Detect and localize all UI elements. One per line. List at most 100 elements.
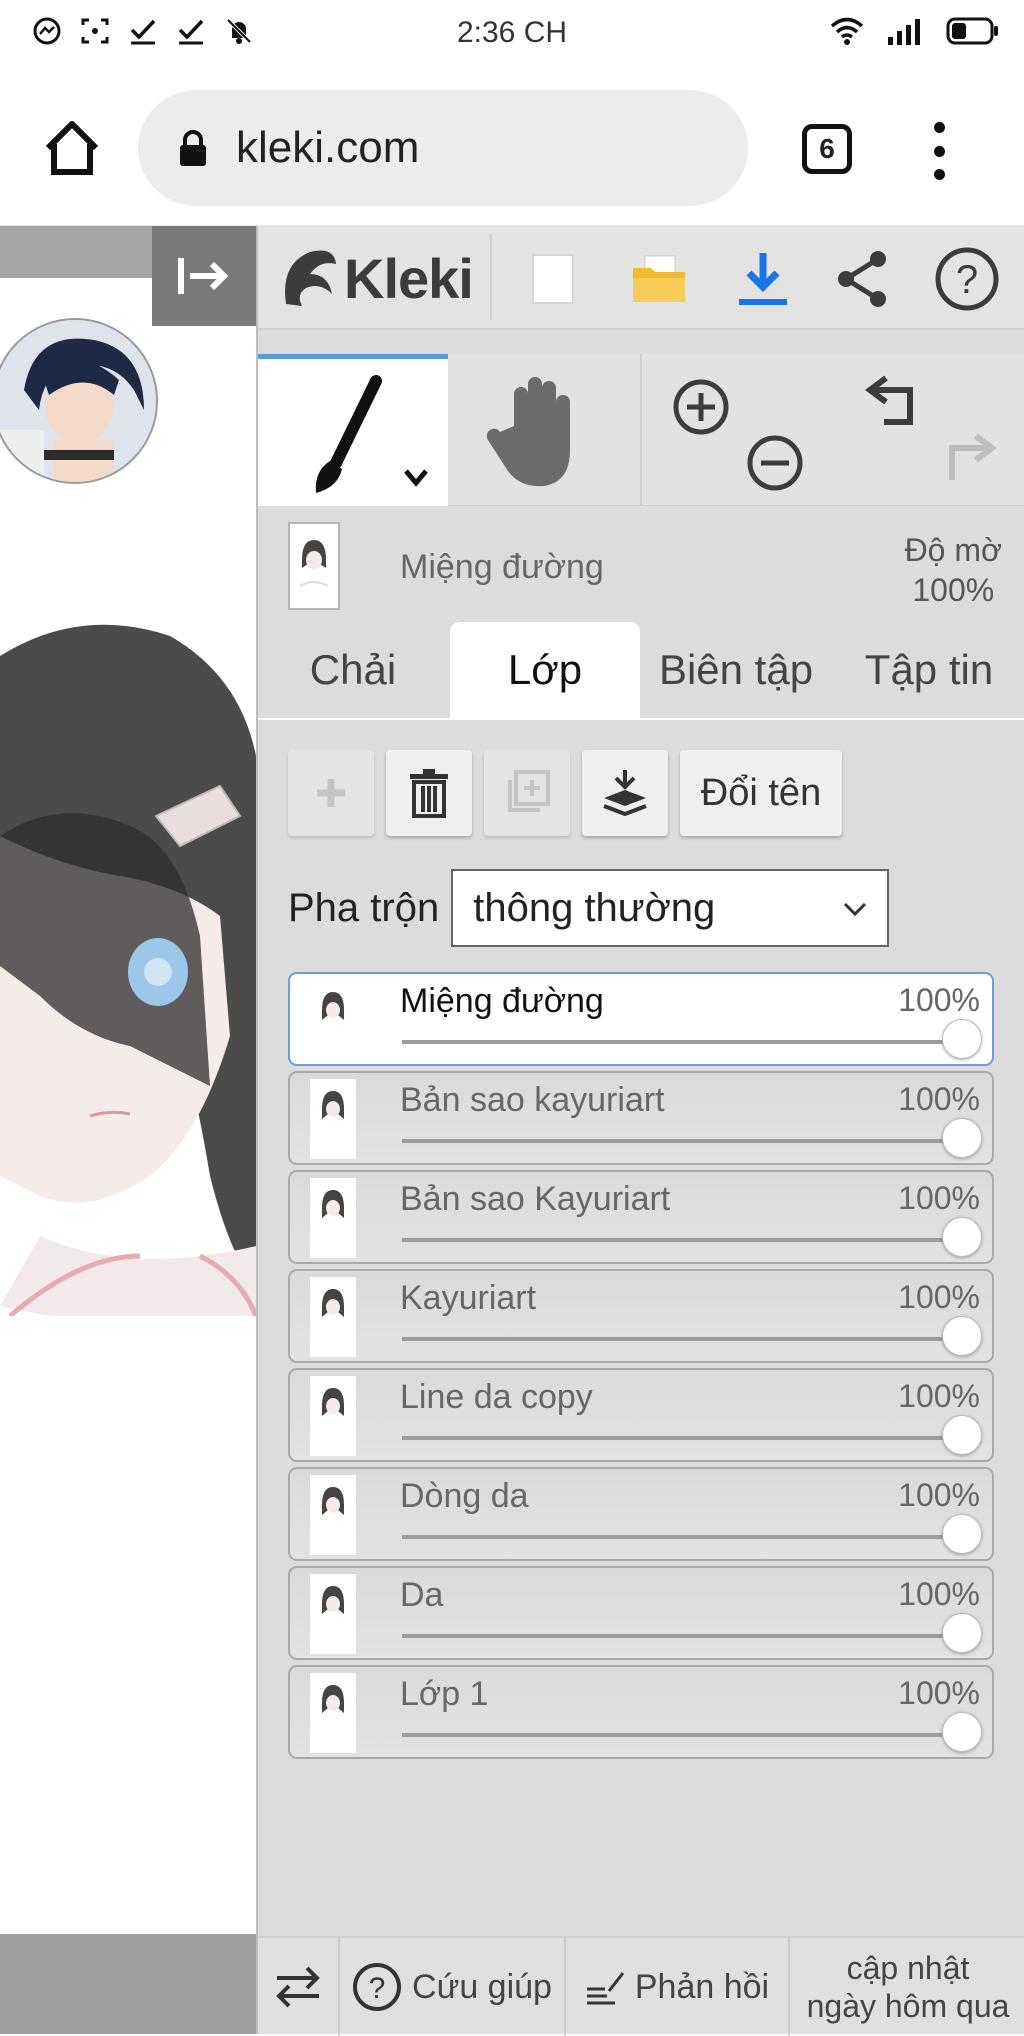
hand-tool-button[interactable] xyxy=(448,354,632,506)
collapse-arrow-icon xyxy=(178,258,229,294)
merge-down-button[interactable] xyxy=(582,750,668,836)
layer-row[interactable]: Da 100% xyxy=(288,1566,994,1660)
layer-thumbnail xyxy=(310,980,356,1060)
tab-switcher-button[interactable]: 6 xyxy=(802,124,852,174)
layer-row[interactable]: Miệng đường 100% xyxy=(288,972,994,1066)
opacity-slider-knob[interactable] xyxy=(942,1118,982,1158)
redo-icon[interactable] xyxy=(934,426,1004,496)
layer-name: Miệng đường xyxy=(400,982,604,1020)
add-layer-button[interactable] xyxy=(288,750,374,836)
opacity-slider-knob[interactable] xyxy=(942,1217,982,1257)
drawing-canvas[interactable] xyxy=(0,226,256,2034)
delete-layer-button[interactable] xyxy=(386,750,472,836)
layer-row[interactable]: Bản sao kayuriart 100% xyxy=(288,1071,994,1165)
opacity-slider-track[interactable] xyxy=(402,1535,962,1539)
open-folder-icon[interactable] xyxy=(626,246,692,312)
brush-tool-button[interactable] xyxy=(258,354,448,506)
layer-actions: Đổi tên xyxy=(288,750,842,836)
layer-thumbnail xyxy=(310,1178,356,1258)
status-bar: 2:36 CH xyxy=(0,0,1024,76)
opacity-slider-knob[interactable] xyxy=(942,1019,982,1059)
swap-side-button[interactable] xyxy=(258,1938,340,2036)
plus-icon xyxy=(317,779,345,807)
system-icons xyxy=(830,16,1000,51)
app-header: Kleki ? xyxy=(258,226,1024,330)
layer-opacity: 100% xyxy=(898,1279,980,1315)
current-layer-name: Miệng đường xyxy=(400,548,604,586)
help-icon: ? xyxy=(353,1963,402,2011)
opacity-slider-track[interactable] xyxy=(402,1139,962,1143)
help-footer-button[interactable]: ? Cứu giúp xyxy=(340,1938,566,2036)
opacity-slider-track[interactable] xyxy=(402,1238,962,1242)
opacity-slider-knob[interactable] xyxy=(942,1415,982,1455)
trash-icon xyxy=(410,769,448,818)
opacity-slider-track[interactable] xyxy=(402,1337,962,1341)
tab-layers[interactable]: Lớp xyxy=(450,622,640,718)
layer-name: Dòng da xyxy=(400,1477,529,1515)
layer-row[interactable]: Line da copy 100% xyxy=(288,1368,994,1462)
opacity-slider-track[interactable] xyxy=(402,1634,962,1638)
layer-thumbnail xyxy=(310,1475,356,1555)
duplicate-layer-button[interactable] xyxy=(484,750,570,836)
layer-thumbnail xyxy=(310,1277,356,1357)
layer-name: Line da copy xyxy=(400,1378,593,1416)
svg-text:?: ? xyxy=(956,258,978,302)
layer-row[interactable]: Kayuriart 100% xyxy=(288,1269,994,1363)
layer-row[interactable]: Lớp 1 100% xyxy=(288,1665,994,1759)
tool-bar xyxy=(258,354,1024,506)
share-icon[interactable] xyxy=(830,246,896,312)
panel-footer: ? Cứu giúp Phản hồi cập nhật ngày hôm qu… xyxy=(258,1936,1024,2036)
changelog-link[interactable]: cập nhật ngày hôm qua xyxy=(790,1938,1024,2036)
layer-name: Bản sao Kayuriart xyxy=(400,1180,671,1218)
opacity-slider-knob[interactable] xyxy=(942,1316,982,1356)
merge-down-icon xyxy=(603,770,647,817)
current-layer-info: Miệng đường Độ mờ 100% xyxy=(258,516,1024,616)
layer-name: Lớp 1 xyxy=(400,1675,489,1713)
address-bar[interactable]: kleki.com xyxy=(138,90,748,206)
opacity-slider-knob[interactable] xyxy=(942,1712,982,1752)
hand-icon xyxy=(486,377,570,487)
opacity-slider-track[interactable] xyxy=(402,1733,962,1737)
layer-thumbnail xyxy=(310,1574,356,1654)
home-icon[interactable] xyxy=(40,116,104,180)
wifi-icon xyxy=(830,17,864,50)
layer-name: Da xyxy=(400,1576,444,1614)
more-menu-icon[interactable] xyxy=(924,122,954,180)
current-layer-thumbnail xyxy=(288,522,340,610)
blend-mode-row: Pha trộn thông thường xyxy=(288,868,1008,948)
undo-icon[interactable] xyxy=(858,368,928,438)
rename-layer-button[interactable]: Đổi tên xyxy=(680,750,842,836)
tab-brush[interactable]: Chải xyxy=(258,622,448,718)
url-text: kleki.com xyxy=(236,123,420,172)
artwork-illustration xyxy=(0,624,256,1376)
avatar[interactable] xyxy=(0,318,158,484)
opacity-readout: Độ mờ 100% xyxy=(904,532,1002,608)
layer-thumbnail xyxy=(310,1079,356,1159)
layer-opacity: 100% xyxy=(898,982,980,1018)
layer-opacity: 100% xyxy=(898,1675,980,1711)
feedback-button[interactable]: Phản hồi xyxy=(566,1938,790,2036)
layer-opacity: 100% xyxy=(898,1477,980,1513)
layer-row[interactable]: Bản sao Kayuriart 100% xyxy=(288,1170,994,1264)
zoom-out-icon[interactable] xyxy=(740,428,810,498)
opacity-slider-track[interactable] xyxy=(402,1436,962,1440)
collapse-panel-button[interactable] xyxy=(152,226,256,326)
layer-thumbnail xyxy=(310,1673,356,1753)
signal-icon xyxy=(886,17,924,50)
zoom-in-icon[interactable] xyxy=(666,372,736,442)
help-icon[interactable]: ? xyxy=(934,246,1000,312)
download-icon[interactable] xyxy=(730,246,796,312)
opacity-slider-knob[interactable] xyxy=(942,1613,982,1653)
opacity-slider-track[interactable] xyxy=(402,1040,962,1044)
tab-edit[interactable]: Biên tập xyxy=(640,622,832,718)
kleki-logo: Kleki xyxy=(280,244,474,312)
tab-file[interactable]: Tập tin xyxy=(832,622,1024,718)
layer-row[interactable]: Dòng da 100% xyxy=(288,1467,994,1561)
layer-opacity: 100% xyxy=(898,1081,980,1117)
layer-opacity: 100% xyxy=(898,1576,980,1612)
opacity-slider-knob[interactable] xyxy=(942,1514,982,1554)
panel-tabs: Chải Lớp Biên tập Tập tin xyxy=(258,622,1024,720)
blend-mode-select[interactable]: thông thường xyxy=(451,869,890,947)
new-file-icon[interactable] xyxy=(520,246,586,312)
brush-icon xyxy=(315,375,428,493)
